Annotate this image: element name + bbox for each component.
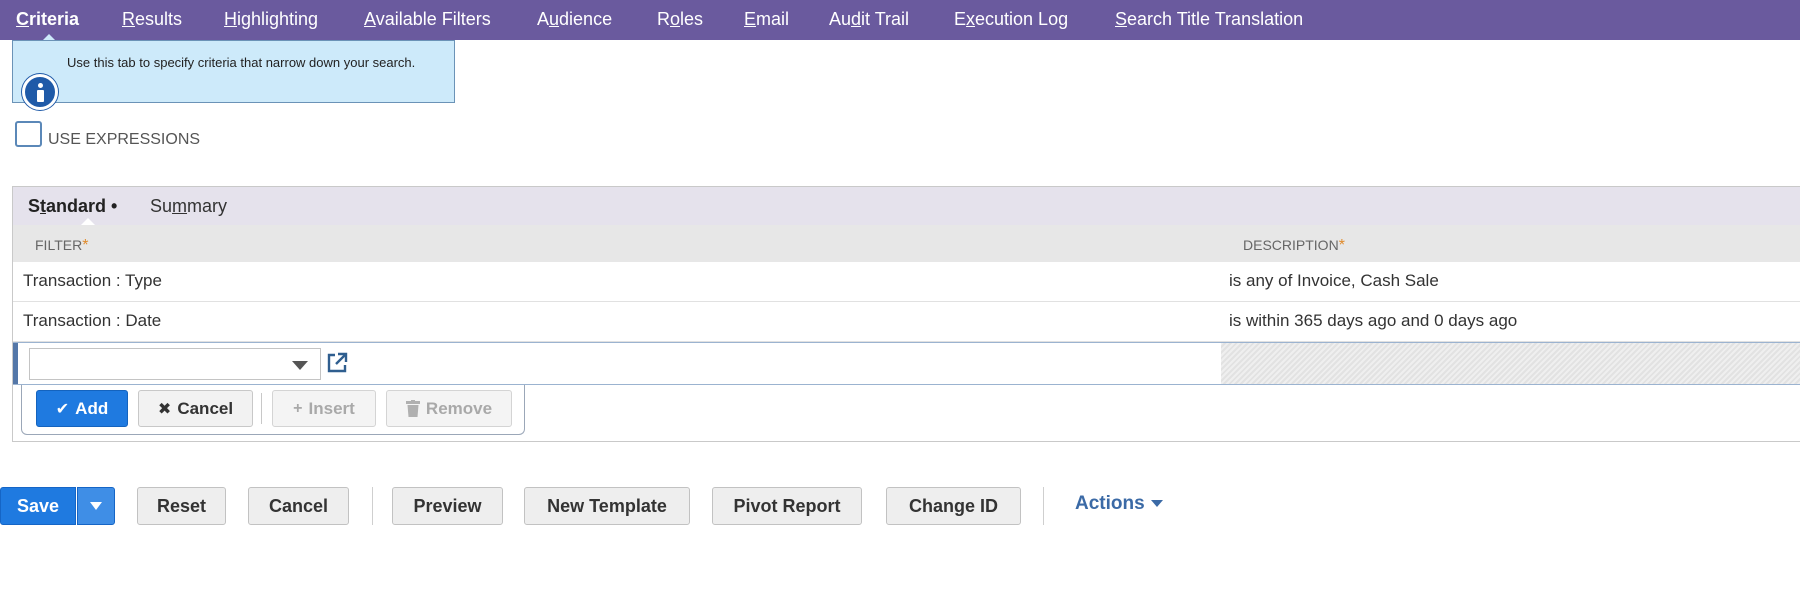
subtab-summary[interactable]: Summary (150, 196, 227, 217)
row-action-bar: ✔ Add ✖ Cancel + Insert Remove (21, 385, 525, 435)
criteria-description-cell: is within 365 days ago and 0 days ago (1229, 311, 1518, 330)
remove-button[interactable]: Remove (386, 390, 512, 427)
trash-icon (405, 400, 420, 417)
use-expressions-label: USE EXPRESSIONS (48, 131, 201, 148)
add-button[interactable]: ✔ Add (36, 390, 128, 427)
criteria-subtabs: Standard • Summary (13, 187, 1800, 225)
help-tooltip-text: Use this tab to specify criteria that na… (67, 55, 416, 70)
criteria-filter-cell: Transaction : Type (23, 271, 162, 290)
tab-criteria[interactable]: Criteria (16, 9, 79, 30)
criteria-header-row: FILTER* DESCRIPTION* (13, 225, 1800, 262)
preview-button[interactable]: Preview (392, 487, 503, 525)
cancel-button[interactable]: Cancel (248, 487, 349, 525)
required-mark: * (82, 237, 89, 254)
edit-row-indicator (13, 343, 18, 384)
criteria-row[interactable]: Transaction : Type is any of Invoice, Ca… (13, 262, 1800, 302)
save-button[interactable]: Save (0, 487, 76, 525)
column-header-filter: FILTER* (35, 237, 89, 254)
tab-audit-trail[interactable]: Audit Trail (829, 9, 909, 30)
filter-select[interactable] (29, 348, 321, 380)
new-template-button[interactable]: New Template (524, 487, 690, 525)
chevron-down-icon (90, 502, 102, 510)
criteria-description-cell: is any of Invoice, Cash Sale (1229, 271, 1439, 290)
tab-results[interactable]: Results (122, 9, 182, 30)
tab-search-title-translation[interactable]: Search Title Translation (1115, 9, 1303, 30)
tab-roles[interactable]: Roles (657, 9, 703, 30)
cancel-row-button[interactable]: ✖ Cancel (138, 390, 253, 427)
actions-menu[interactable]: Actions (1075, 493, 1163, 515)
tab-highlighting[interactable]: Highlighting (224, 9, 318, 30)
help-tooltip: Use this tab to specify criteria that na… (12, 40, 455, 103)
tab-email[interactable]: Email (744, 9, 789, 30)
insert-button[interactable]: + Insert (272, 390, 376, 427)
search-tab-bar: Criteria Results Highlighting Available … (0, 0, 1800, 41)
divider (1043, 487, 1044, 525)
external-link-icon[interactable] (325, 351, 349, 375)
chevron-down-icon (1150, 500, 1163, 508)
description-cell-disabled (1221, 343, 1800, 384)
divider (372, 487, 373, 525)
tab-execution-log[interactable]: Execution Log (954, 9, 1068, 30)
active-subtab-pointer (81, 218, 95, 225)
reset-button[interactable]: Reset (137, 487, 226, 525)
required-mark: * (1338, 237, 1345, 254)
check-icon: ✔ (55, 400, 70, 418)
divider (261, 393, 262, 424)
subtab-standard[interactable]: Standard • (28, 196, 117, 217)
criteria-filter-cell: Transaction : Date (23, 311, 162, 330)
criteria-row[interactable]: Transaction : Date is within 365 days ag… (13, 302, 1800, 342)
column-header-description: DESCRIPTION* (1243, 237, 1345, 254)
criteria-panel: Standard • Summary FILTER* DESCRIPTION* … (12, 186, 1800, 442)
change-id-button[interactable]: Change ID (886, 487, 1021, 525)
tab-available-filters[interactable]: Available Filters (364, 9, 491, 30)
pivot-report-button[interactable]: Pivot Report (712, 487, 862, 525)
use-expressions-checkbox[interactable] (15, 121, 42, 147)
close-icon: ✖ (157, 400, 172, 418)
info-icon (22, 74, 58, 110)
save-menu-button[interactable] (77, 487, 115, 525)
plus-icon: + (293, 399, 303, 417)
dropdown-arrow-icon (292, 361, 308, 370)
criteria-edit-row (13, 342, 1800, 385)
tab-audience[interactable]: Audience (537, 9, 612, 30)
